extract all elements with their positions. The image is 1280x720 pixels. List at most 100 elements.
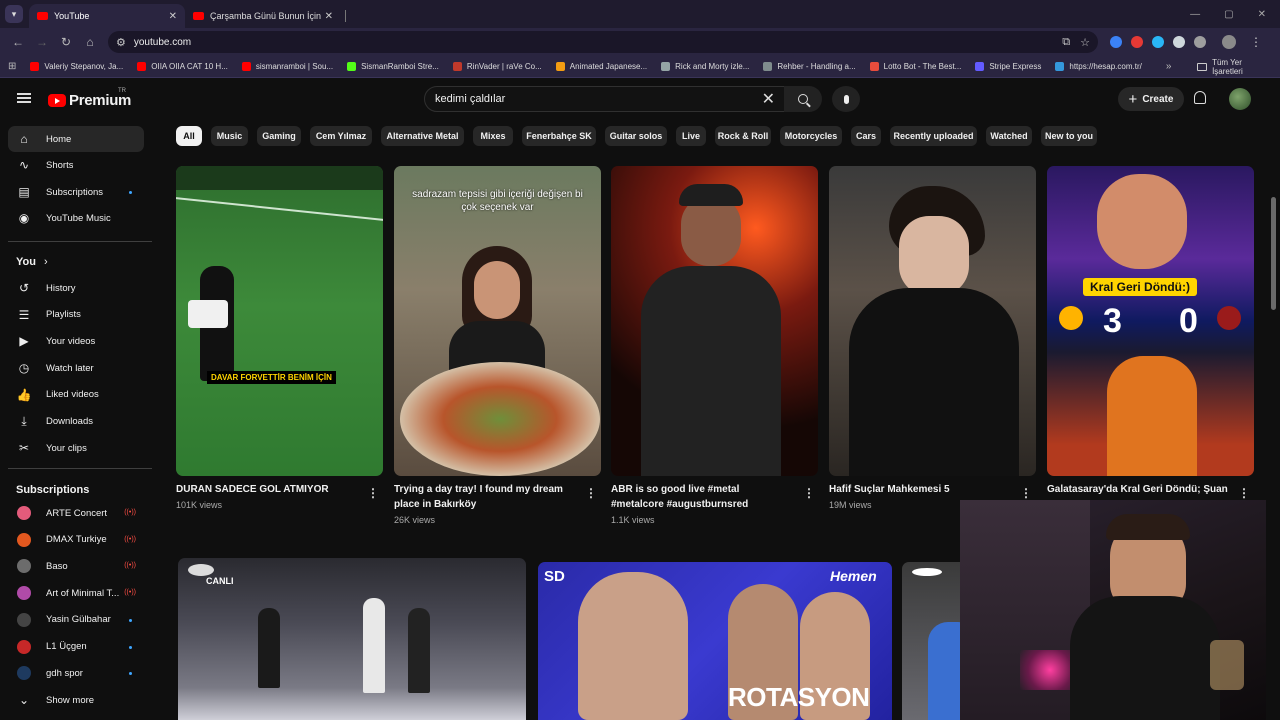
sidebar-item-liked-videos[interactable]: 👍 Liked videos — [8, 382, 144, 408]
filter-chip[interactable]: Gaming — [257, 126, 301, 146]
subscription-item[interactable]: Art of Minimal T... ((•)) — [8, 580, 144, 606]
clear-search-icon[interactable]: ✕ — [762, 89, 775, 109]
subscription-item[interactable]: Yasin Gülbahar — [8, 607, 144, 633]
subscription-item[interactable]: L1 Üçgen — [8, 634, 144, 660]
filter-chip[interactable]: Rock & Roll — [715, 126, 771, 146]
voice-search-button[interactable] — [832, 86, 860, 112]
sidebar-item-playlists[interactable]: ☰ Playlists — [8, 302, 144, 328]
maximize-icon[interactable]: ▢ — [1224, 9, 1233, 20]
filter-chip[interactable]: Cem Yılmaz — [310, 126, 372, 146]
bookmark-item[interactable]: sismanramboi | Sou... — [241, 62, 333, 71]
video-menu-icon[interactable]: ⋮ — [1238, 486, 1250, 500]
filter-chip[interactable]: Cars — [851, 126, 881, 146]
sidebar-item-your-clips[interactable]: ✂ Your clips — [8, 435, 144, 461]
filter-chip[interactable]: Guitar solos — [605, 126, 667, 146]
bookmark-item[interactable]: Stripe Express — [975, 62, 1041, 71]
filter-chip[interactable]: Fenerbahçe SK — [522, 126, 596, 146]
search-input[interactable] — [435, 93, 762, 105]
show-more-button[interactable]: ⌄ Show more — [8, 687, 144, 713]
close-tab-icon[interactable]: ✕ — [169, 11, 177, 22]
close-window-icon[interactable]: ✕ — [1258, 9, 1266, 20]
home-icon[interactable]: ⌂ — [78, 35, 102, 49]
sidebar-item-your-videos[interactable]: ▶ Your videos — [8, 328, 144, 354]
bookmark-item[interactable]: OIIA OIIA CAT 10 H... — [137, 62, 228, 71]
sidebar-you-heading[interactable]: You › — [8, 249, 144, 275]
video-title-2[interactable]: Trying a day tray! I found my dream plac… — [394, 482, 574, 512]
video-title-5[interactable]: Galatasaray'da Kral Geri Döndü; Şuan — [1047, 482, 1232, 497]
tab-search-button[interactable]: ▾ — [5, 5, 23, 23]
video-title-3[interactable]: ABR is so good live #metal #metalcore #a… — [611, 482, 791, 512]
video-menu-icon[interactable]: ⋮ — [367, 486, 379, 500]
notifications-bell-icon[interactable] — [1194, 91, 1206, 104]
filter-chip[interactable]: Mixes — [473, 126, 513, 146]
sidebar-item-history[interactable]: ↺ History — [8, 275, 144, 301]
video-thumbnail-2[interactable]: sadrazam tepsisi gibi içeriği değişen bi… — [394, 166, 601, 476]
filter-chip[interactable]: Music — [211, 126, 248, 146]
video-thumbnail-5[interactable]: Kral Geri Döndü:) 3 0 — [1047, 166, 1254, 476]
search-button[interactable] — [784, 86, 822, 112]
extension-icon[interactable] — [1131, 36, 1143, 48]
bookmark-item[interactable]: Valeriy Stepanov, Ja... — [30, 62, 123, 71]
sidebar-item-home[interactable]: ⌂ Home — [8, 126, 144, 152]
site-info-icon[interactable]: ⚙ — [116, 36, 126, 49]
video-title-4[interactable]: Hafif Suçlar Mahkemesi 5 — [829, 482, 1009, 497]
profile-avatar[interactable] — [1222, 35, 1236, 49]
install-app-icon[interactable]: ⧉ — [1062, 36, 1070, 49]
filter-chip[interactable]: Recently uploaded — [890, 126, 977, 146]
all-bookmarks-folder[interactable]: Tüm Yer İşaretleri — [1197, 58, 1272, 76]
apps-grid-icon[interactable]: ⊞ — [8, 61, 16, 72]
sidebar-item-youtube-music[interactable]: ◉ YouTube Music — [8, 205, 144, 231]
video-thumbnail-7[interactable]: SD Hemen ROTASYON — [538, 562, 892, 720]
shield-icon[interactable] — [1173, 36, 1185, 48]
page-scrollbar[interactable] — [1271, 197, 1276, 310]
subscription-item[interactable]: ARTE Concert ((•)) — [8, 500, 144, 526]
sidebar-item-subscriptions[interactable]: ▤ Subscriptions — [8, 179, 144, 205]
bookmark-item[interactable]: Lotto Bot - The Best... — [869, 62, 961, 71]
menu-icon[interactable] — [17, 93, 31, 103]
account-avatar[interactable] — [1229, 88, 1251, 110]
filter-chip[interactable]: All — [176, 126, 202, 146]
search-box[interactable]: ✕ — [424, 86, 786, 112]
bookmark-item[interactable]: RinVader | raVe Co... — [452, 62, 542, 71]
extension-icon[interactable] — [1152, 36, 1164, 48]
video-menu-icon[interactable]: ⋮ — [585, 486, 597, 500]
more-bookmarks-icon[interactable]: » — [1166, 61, 1172, 72]
filter-chip[interactable]: Motorcycles — [780, 126, 842, 146]
filter-chip[interactable]: Watched — [986, 126, 1032, 146]
bookmark-item[interactable]: https://hesap.com.tr/ — [1055, 62, 1142, 71]
create-button[interactable]: + Create — [1118, 87, 1184, 111]
reload-icon[interactable]: ↻ — [54, 35, 78, 49]
video-thumbnail-1[interactable]: DAVAR FORVETTİR BENİM İÇİN — [176, 166, 383, 476]
address-bar[interactable]: ⚙ youtube.com ⧉ ☆ — [108, 31, 1098, 53]
youtube-premium-logo[interactable]: Premium TR — [48, 88, 131, 109]
extension-icon[interactable] — [1110, 36, 1122, 48]
filter-chip[interactable]: Alternative Metal — [381, 126, 464, 146]
minimize-icon[interactable]: — — [1190, 9, 1200, 20]
video-thumbnail-6[interactable]: CANLI — [178, 558, 526, 720]
bookmark-star-icon[interactable]: ☆ — [1080, 36, 1090, 49]
bookmark-item[interactable]: SismanRamboi Stre... — [347, 62, 439, 71]
bookmark-item[interactable]: Rick and Morty izle... — [661, 62, 749, 71]
back-icon[interactable]: ← — [6, 35, 30, 49]
browser-tab-youtube[interactable]: YouTube ✕ — [29, 4, 185, 28]
sidebar-item-downloads[interactable]: ⤓ Downloads — [8, 409, 144, 435]
sidebar-item-shorts[interactable]: ∿ Shorts — [8, 152, 144, 178]
bookmark-item[interactable]: Rehber - Handling a... — [763, 62, 856, 71]
forward-icon[interactable]: → — [30, 35, 54, 49]
video-thumbnail-3[interactable] — [611, 166, 818, 476]
browser-menu-icon[interactable]: ⋮ — [1250, 35, 1262, 49]
filter-chip[interactable]: Live — [676, 126, 706, 146]
filter-chip[interactable]: New to you — [1041, 126, 1097, 146]
puzzle-icon[interactable] — [1194, 36, 1206, 48]
subscription-item[interactable]: DMAX Turkiye ((•)) — [8, 527, 144, 553]
sidebar-item-watch-later[interactable]: ◷ Watch later — [8, 355, 144, 381]
bookmark-item[interactable]: Animated Japanese... — [555, 62, 647, 71]
close-tab-icon[interactable]: ✕ — [325, 11, 333, 22]
video-thumbnail-4[interactable] — [829, 166, 1036, 476]
browser-tab-2[interactable]: Çarşamba Günü Bunun İçin Gel ✕ — [185, 4, 341, 28]
video-menu-icon[interactable]: ⋮ — [803, 486, 815, 500]
video-menu-icon[interactable]: ⋮ — [1020, 486, 1032, 500]
subscription-item[interactable]: Baso ((•)) — [8, 553, 144, 579]
video-title-1[interactable]: DURAN SADECE GOL ATMIYOR — [176, 482, 356, 497]
subscription-item[interactable]: gdh spor — [8, 660, 144, 686]
